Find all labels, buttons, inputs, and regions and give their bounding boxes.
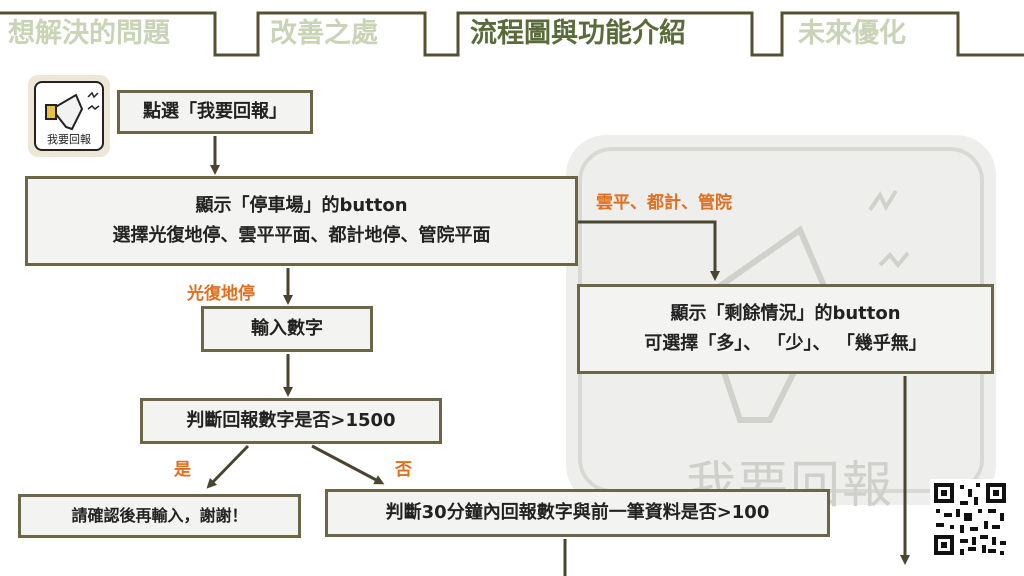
arrow-no: [311, 444, 385, 485]
qr-code-icon: [930, 479, 1010, 559]
arrow-yes: [206, 444, 250, 489]
flow-arrows: [206, 136, 910, 576]
arrow-parking-to-remaining: [578, 220, 720, 281]
